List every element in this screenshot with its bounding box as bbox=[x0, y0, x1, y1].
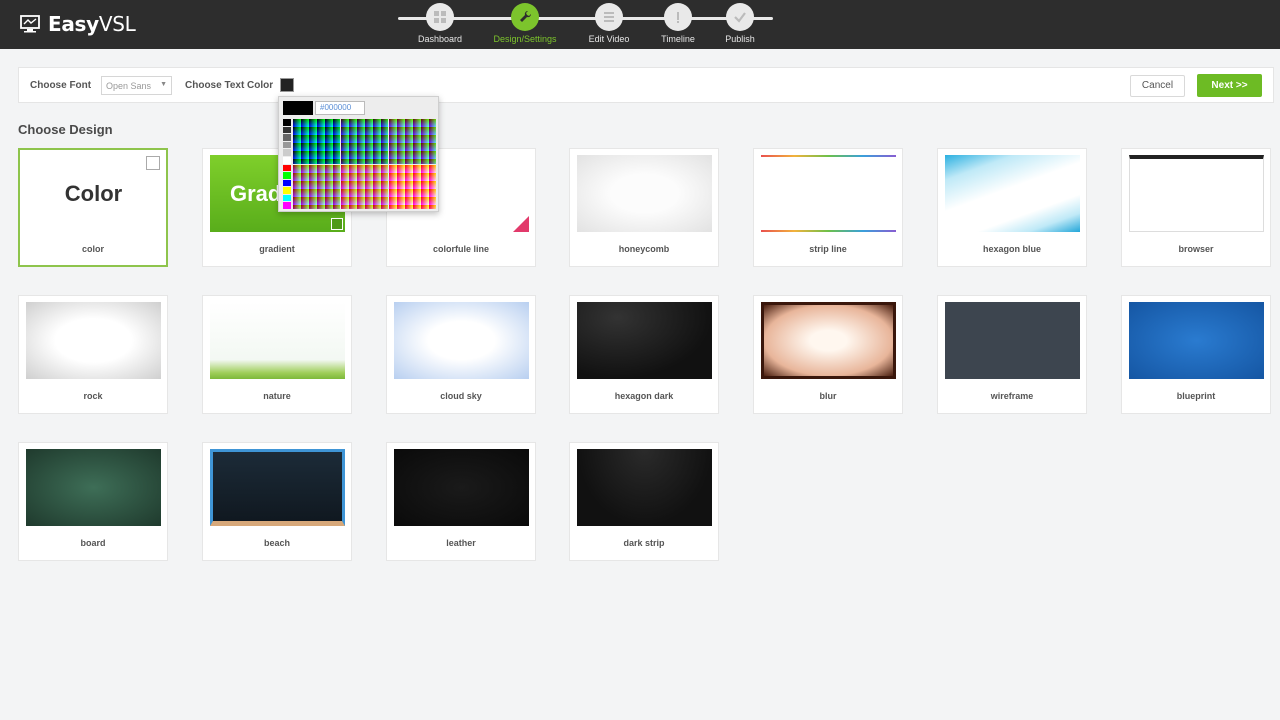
design-card-hexagon-blue[interactable]: hexagon blue bbox=[937, 148, 1087, 267]
color-cube-2[interactable] bbox=[389, 119, 436, 164]
design-card-leather[interactable]: leather bbox=[386, 442, 536, 561]
settings-toolbar: Choose Font Open Sans ▼ Choose Text Colo… bbox=[18, 67, 1274, 103]
design-card-board[interactable]: board bbox=[18, 442, 168, 561]
design-thumbnail bbox=[761, 302, 896, 379]
design-label: cloud sky bbox=[440, 391, 482, 401]
design-thumbnail bbox=[577, 155, 712, 232]
step-timeline[interactable]: Timeline bbox=[643, 3, 713, 49]
color-cube-0[interactable] bbox=[293, 119, 340, 164]
step-label: Design/Settings bbox=[493, 34, 557, 44]
design-label: browser bbox=[1178, 244, 1214, 254]
monitor-icon bbox=[20, 15, 40, 33]
current-color-preview bbox=[283, 101, 313, 115]
step-publish[interactable]: Publish bbox=[705, 3, 775, 49]
design-thumbnail bbox=[210, 449, 345, 526]
wrench-icon bbox=[511, 3, 539, 31]
design-thumbnail bbox=[394, 302, 529, 379]
progress-stepper: Dashboard Design/Settings Edit Video Tim… bbox=[398, 0, 773, 49]
design-label: rock bbox=[83, 391, 103, 401]
top-bar: EasyVSL Dashboard Design/Settings Edit V… bbox=[0, 0, 1280, 49]
color-cube-4[interactable] bbox=[341, 164, 388, 209]
color-cube-5[interactable] bbox=[389, 164, 436, 209]
design-thumbnail bbox=[394, 449, 529, 526]
cancel-button[interactable]: Cancel bbox=[1130, 75, 1185, 97]
check-icon bbox=[726, 3, 754, 31]
design-card-blur[interactable]: blur bbox=[753, 295, 903, 414]
step-label: Edit Video bbox=[588, 34, 630, 44]
color-palette bbox=[283, 119, 436, 209]
design-label: beach bbox=[263, 538, 290, 548]
design-card-honeycomb[interactable]: honeycomb bbox=[569, 148, 719, 267]
design-label: board bbox=[80, 538, 106, 548]
design-thumbnail bbox=[761, 155, 896, 232]
clock-icon bbox=[664, 3, 692, 31]
step-design-settings[interactable]: Design/Settings bbox=[490, 3, 560, 49]
design-thumbnail bbox=[1129, 155, 1264, 232]
design-card-beach[interactable]: beach bbox=[202, 442, 352, 561]
font-select-value: Open Sans bbox=[106, 81, 152, 91]
step-edit-video[interactable]: Edit Video bbox=[574, 3, 644, 49]
design-card-blueprint[interactable]: blueprint bbox=[1121, 295, 1271, 414]
step-dashboard[interactable]: Dashboard bbox=[405, 3, 475, 49]
text-color-swatch[interactable] bbox=[280, 78, 294, 92]
design-card-browser[interactable]: browser bbox=[1121, 148, 1271, 267]
corner-ribbon bbox=[513, 216, 529, 232]
chevron-down-icon: ▼ bbox=[160, 81, 167, 88]
app-name: EasyVSL bbox=[48, 12, 136, 36]
hex-color-input[interactable]: #000000 bbox=[315, 101, 365, 115]
design-card-rock[interactable]: rock bbox=[18, 295, 168, 414]
list-icon bbox=[595, 3, 623, 31]
step-label: Dashboard bbox=[417, 34, 463, 44]
thumbnail-text: Color bbox=[64, 180, 123, 206]
section-title: Choose Design bbox=[18, 122, 113, 137]
design-thumbnail bbox=[26, 449, 161, 526]
design-card-strip-line[interactable]: strip line bbox=[753, 148, 903, 267]
design-label: colorfule line bbox=[432, 244, 489, 254]
design-label: leather bbox=[446, 538, 476, 548]
app-logo[interactable]: EasyVSL bbox=[20, 12, 136, 36]
design-label: honeycomb bbox=[618, 244, 670, 254]
font-select[interactable]: Open Sans ▼ bbox=[101, 76, 172, 95]
design-label: wireframe bbox=[990, 391, 1034, 401]
grid-icon bbox=[426, 3, 454, 31]
design-thumbnail bbox=[1129, 302, 1264, 379]
color-swatch-grid[interactable] bbox=[293, 119, 436, 209]
next-button[interactable]: Next >> bbox=[1197, 74, 1262, 97]
design-label: hexagon dark bbox=[614, 391, 674, 401]
text-color-label: Choose Text Color bbox=[185, 80, 274, 91]
color-cube-1[interactable] bbox=[341, 119, 388, 164]
edit-icon[interactable] bbox=[331, 218, 343, 230]
design-label: blur bbox=[819, 391, 837, 401]
grayscale-column[interactable] bbox=[283, 119, 291, 209]
design-thumbnail bbox=[945, 302, 1080, 379]
design-card-nature[interactable]: nature bbox=[202, 295, 352, 414]
design-label: color bbox=[81, 244, 104, 254]
design-card-hexagon-dark[interactable]: hexagon dark bbox=[569, 295, 719, 414]
design-card-dark-strip[interactable]: dark strip bbox=[569, 442, 719, 561]
color-picker-popup: #000000 bbox=[278, 96, 439, 212]
step-label: Publish bbox=[725, 34, 755, 44]
font-label: Choose Font bbox=[30, 80, 92, 91]
design-label: nature bbox=[263, 391, 291, 401]
design-thumbnail bbox=[26, 302, 161, 379]
design-thumbnail bbox=[577, 449, 712, 526]
color-cube-3[interactable] bbox=[293, 164, 340, 209]
design-thumbnail: Color bbox=[26, 155, 161, 232]
step-label: Timeline bbox=[661, 34, 695, 44]
design-card-wireframe[interactable]: wireframe bbox=[937, 295, 1087, 414]
design-label: gradient bbox=[259, 244, 295, 254]
design-thumbnail bbox=[945, 155, 1080, 232]
design-label: strip line bbox=[809, 244, 847, 254]
design-card-cloud-sky[interactable]: cloud sky bbox=[386, 295, 536, 414]
design-thumbnail bbox=[210, 302, 345, 379]
design-thumbnail bbox=[577, 302, 712, 379]
design-label: blueprint bbox=[1176, 391, 1216, 401]
design-label: hexagon blue bbox=[982, 244, 1041, 254]
edit-icon[interactable] bbox=[146, 156, 160, 170]
design-label: dark strip bbox=[623, 538, 665, 548]
design-card-color[interactable]: Color color bbox=[18, 148, 168, 267]
